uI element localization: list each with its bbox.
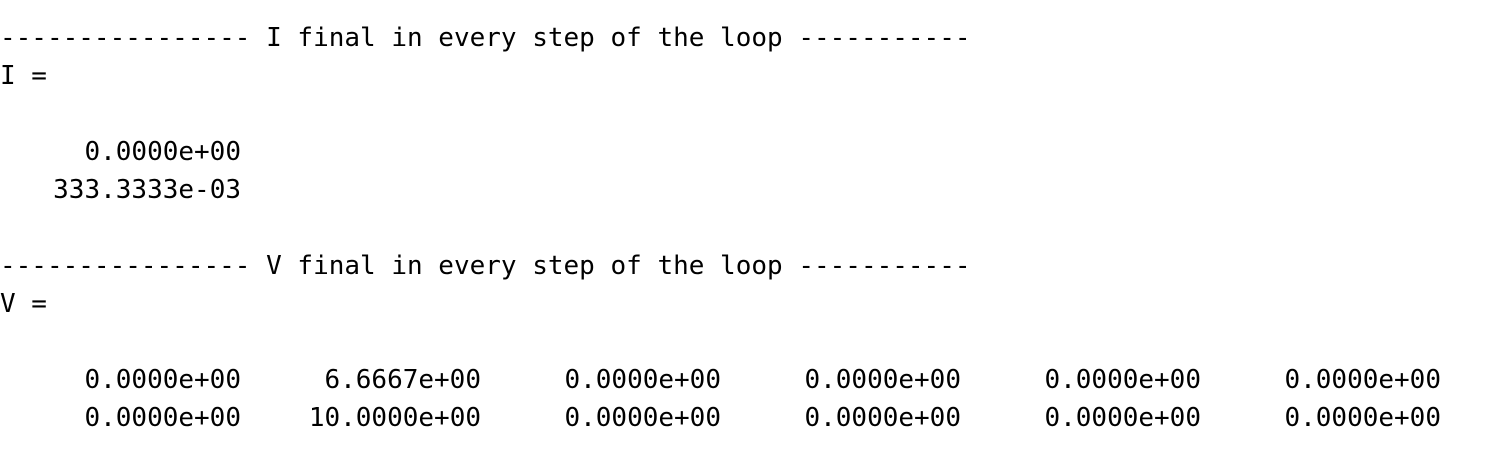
i-row-2: 333.3333e-03: [0, 171, 1512, 209]
v-row-2: 0.0000e+00 10.0000e+00 0.0000e+00 0.0000…: [0, 399, 1512, 437]
v-cell: 10.0000e+00: [308, 403, 481, 433]
v-header-dashes-right: -----------: [798, 251, 971, 281]
i-row-1: 0.0000e+00: [0, 133, 1512, 171]
v-header-title: V final in every step of the loop: [266, 251, 783, 281]
i-value: 333.3333e-03: [53, 175, 241, 205]
v-cell: 0.0000e+00: [564, 403, 721, 433]
v-cell: 0.0000e+00: [804, 403, 961, 433]
i-header-title: I final in every step of the loop: [266, 23, 783, 53]
v-cell: 6.6667e+00: [324, 365, 481, 395]
v-cell: 0.0000e+00: [564, 365, 721, 395]
v-cell: 0.0000e+00: [84, 365, 241, 395]
i-value: 0.0000e+00: [84, 137, 241, 167]
v-cell: 0.0000e+00: [804, 365, 961, 395]
v-assignment: V =: [0, 289, 47, 319]
v-cell: 0.0000e+00: [1044, 403, 1201, 433]
v-cell: 0.0000e+00: [84, 403, 241, 433]
v-header-line: ---------------- V final in every step o…: [0, 247, 1512, 285]
v-cell: 0.0000e+00: [1044, 365, 1201, 395]
terminal-output: ---------------- I final in every step o…: [0, 19, 1512, 437]
v-row-1: 0.0000e+00 6.6667e+00 0.0000e+00 0.0000e…: [0, 361, 1512, 399]
v-cell: 0.0000e+00: [1284, 365, 1441, 395]
i-assignment: I =: [0, 61, 47, 91]
v-cell: 0.0000e+00: [1284, 403, 1441, 433]
i-header-line: ---------------- I final in every step o…: [0, 19, 1512, 57]
v-header-dashes-left: ----------------: [0, 251, 251, 281]
i-header-dashes-right: -----------: [798, 23, 971, 53]
i-header-dashes-left: ----------------: [0, 23, 251, 53]
